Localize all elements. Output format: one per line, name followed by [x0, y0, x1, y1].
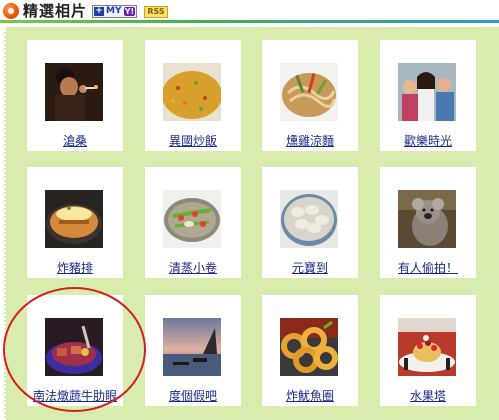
photo-label[interactable]: 元寶到: [262, 261, 358, 275]
red-highlight-circle: [3, 287, 146, 412]
photo-card[interactable]: 元寶到: [262, 167, 358, 278]
photo-thumbnail[interactable]: [280, 318, 338, 376]
photo-thumbnail[interactable]: [163, 190, 221, 248]
photo-card[interactable]: 歡樂時光: [380, 40, 476, 151]
photo-label[interactable]: 清蒸小卷: [145, 261, 241, 275]
rss-badge[interactable]: RSS: [144, 6, 168, 18]
photo-card[interactable]: 有人偷拍！: [380, 167, 476, 278]
photo-card[interactable]: 炸豬排: [27, 167, 123, 278]
photo-card[interactable]: 度個假吧: [145, 295, 241, 406]
header-divider: [0, 20, 499, 23]
yahoo-logo-icon: Y!: [124, 7, 135, 16]
photo-label[interactable]: 滄桑: [27, 134, 123, 148]
photo-card[interactable]: 燻雞涼麵: [262, 40, 358, 151]
orange-bullet-icon: [3, 3, 19, 19]
photo-thumbnail[interactable]: [398, 318, 456, 376]
photo-thumbnail[interactable]: [45, 190, 103, 248]
photo-label[interactable]: 有人偷拍！: [380, 261, 476, 275]
photo-label[interactable]: 炸豬排: [27, 261, 123, 275]
photo-thumbnail[interactable]: [398, 190, 456, 248]
photo-card[interactable]: 水果塔: [380, 295, 476, 406]
photo-label[interactable]: 炸魷魚圈: [262, 389, 358, 403]
photo-card[interactable]: 清蒸小卷: [145, 167, 241, 278]
photo-card[interactable]: 異國炒飯: [145, 40, 241, 151]
add-to-my-yahoo-badge[interactable]: + MY Y!: [92, 5, 137, 18]
section-header: 精選相片 + MY Y! RSS: [0, 0, 499, 24]
photo-label[interactable]: 水果塔: [380, 389, 476, 403]
photo-card[interactable]: 滄桑: [27, 40, 123, 151]
section-title: 精選相片: [23, 2, 88, 20]
photo-thumbnail[interactable]: [280, 63, 338, 121]
photo-thumbnail[interactable]: [398, 63, 456, 121]
photo-thumbnail[interactable]: [280, 190, 338, 248]
photo-label[interactable]: 歡樂時光: [380, 134, 476, 148]
photo-thumbnail[interactable]: [163, 63, 221, 121]
photo-thumbnail[interactable]: [163, 318, 221, 376]
photo-label[interactable]: 燻雞涼麵: [262, 134, 358, 148]
photo-card[interactable]: 炸魷魚圈: [262, 295, 358, 406]
my-badge-label: MY: [106, 6, 122, 16]
photo-label[interactable]: 異國炒飯: [145, 134, 241, 148]
photo-thumbnail[interactable]: [45, 63, 103, 121]
plus-icon: +: [94, 6, 104, 16]
photo-label[interactable]: 度個假吧: [145, 389, 241, 403]
